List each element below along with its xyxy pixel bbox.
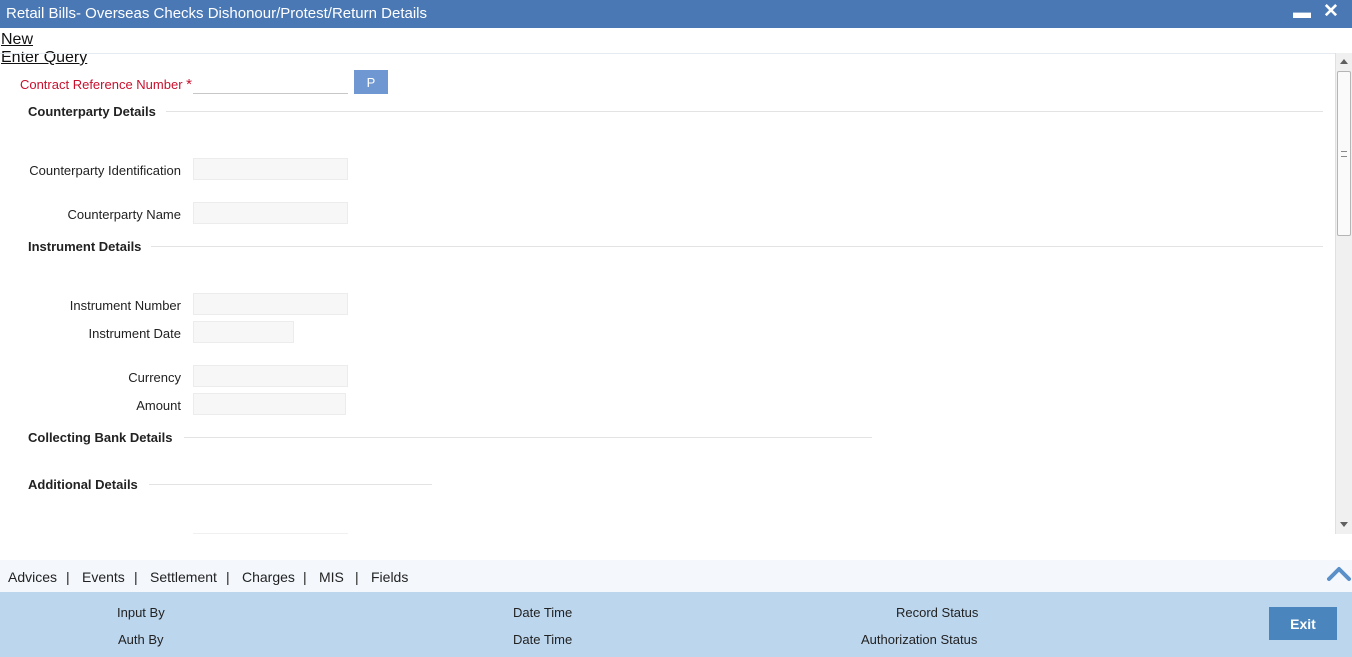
- tab-separator: |: [226, 569, 230, 585]
- tab-advices[interactable]: Advices: [8, 569, 57, 585]
- audit-footer: Input By Auth By Date Time Date Time Rec…: [0, 592, 1352, 657]
- amount-field[interactable]: [193, 393, 346, 415]
- auth-date-time-label: Date Time: [513, 632, 573, 647]
- authorization-status-label: Authorization Status: [861, 632, 978, 647]
- required-marker: *: [186, 76, 192, 93]
- minimize-icon[interactable]: ▬: [1293, 2, 1311, 23]
- instrument-number-label: Instrument Number: [69, 298, 181, 313]
- counterparty-name-label: Counterparty Name: [67, 207, 181, 222]
- instrument-date-field[interactable]: [193, 321, 294, 343]
- chevron-up-icon[interactable]: [1327, 564, 1351, 582]
- section-divider: [151, 246, 1323, 247]
- currency-label: Currency: [128, 370, 181, 385]
- contract-reference-label-text: Contract Reference Number: [19, 77, 183, 92]
- tab-mis[interactable]: MIS: [319, 569, 344, 585]
- currency-field[interactable]: [193, 365, 348, 387]
- form-content: Contract Reference Number * Counterparty…: [0, 53, 1335, 560]
- section-divider: [166, 111, 1323, 112]
- auth-by-label: Auth By: [118, 632, 164, 647]
- counterparty-identification-field[interactable]: [193, 158, 348, 180]
- exit-button[interactable]: Exit: [1269, 607, 1337, 640]
- window-titlebar: Retail Bills- Overseas Checks Dishonour/…: [0, 0, 1352, 28]
- close-icon[interactable]: ✕: [1323, 0, 1339, 23]
- section-counterparty-details: Counterparty Details: [28, 104, 156, 119]
- scroll-thumb[interactable]: [1337, 71, 1351, 236]
- counterparty-name-field[interactable]: [193, 202, 348, 224]
- input-date-time-label: Date Time: [513, 605, 573, 620]
- tab-fields[interactable]: Fields: [371, 569, 408, 585]
- new-link[interactable]: New: [1, 31, 33, 49]
- instrument-date-label: Instrument Date: [88, 326, 182, 341]
- tab-charges[interactable]: Charges: [242, 569, 295, 585]
- tab-events[interactable]: Events: [82, 569, 125, 585]
- contract-reference-input[interactable]: [193, 71, 348, 94]
- amount-label: Amount: [136, 398, 181, 413]
- contract-reference-label: Contract Reference Number *: [0, 76, 192, 93]
- window-title: Retail Bills- Overseas Checks Dishonour/…: [6, 5, 427, 22]
- scroll-down-icon[interactable]: [1340, 522, 1348, 527]
- tab-separator: |: [355, 569, 359, 585]
- tab-separator: |: [134, 569, 138, 585]
- subsystem-tabbar: Advices | Events | Settlement | Charges …: [0, 560, 1352, 592]
- grip-icon: [1341, 151, 1347, 157]
- scroll-up-icon[interactable]: [1340, 59, 1348, 64]
- tab-separator: |: [66, 569, 70, 585]
- record-status-label: Record Status: [896, 605, 979, 620]
- contract-reference-lookup-button[interactable]: P: [354, 70, 388, 94]
- counterparty-identification-label: Counterparty Identification: [29, 163, 181, 178]
- instrument-number-field[interactable]: [193, 293, 348, 315]
- tab-settlement[interactable]: Settlement: [150, 569, 217, 585]
- section-divider: [184, 437, 872, 438]
- tab-separator: |: [303, 569, 307, 585]
- section-instrument-details: Instrument Details: [28, 239, 142, 254]
- vertical-scrollbar[interactable]: [1335, 53, 1352, 534]
- section-additional-details: Additional Details: [28, 477, 138, 492]
- field-edge: [193, 533, 348, 534]
- section-divider: [149, 484, 432, 485]
- section-collecting-bank-details: Collecting Bank Details: [28, 430, 173, 445]
- input-by-label: Input By: [117, 605, 165, 620]
